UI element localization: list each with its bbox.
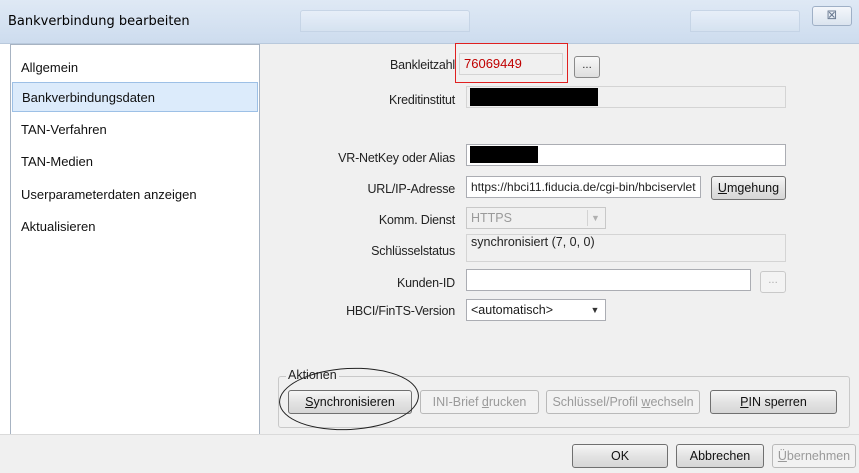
chevron-down-icon: ▼ — [590, 305, 600, 315]
sidebar-item-aktualisieren[interactable]: Aktualisieren — [12, 212, 258, 242]
bankleitzahl-label: Bankleitzahl — [389, 58, 455, 72]
ini-brief-button[interactable]: INI-Brief drucken — [420, 390, 539, 414]
title-bar: Bankverbindung bearbeiten ⊠ — [0, 0, 859, 44]
sidebar-item-tan-medien[interactable]: TAN-Medien — [12, 147, 258, 177]
kreditinstitut-label: Kreditinstitut — [389, 93, 455, 107]
sidebar-item-allgemein[interactable]: Allgemein — [12, 53, 258, 83]
hbci-version-select[interactable]: <automatisch> ▼ — [466, 299, 606, 321]
umgehung-button[interactable]: Umgehung — [711, 176, 786, 200]
url-input[interactable]: https://hbci11.fiducia.de/cgi-bin/hbcise… — [466, 176, 701, 198]
komm-dienst-value: HTTPS — [471, 211, 512, 225]
kunden-id-label: Kunden-ID — [397, 276, 455, 290]
highlight-box — [455, 43, 568, 83]
window-title: Bankverbindung bearbeiten — [8, 14, 190, 29]
redaction-bar — [470, 88, 598, 106]
cancel-button[interactable]: Abbrechen — [676, 444, 764, 468]
redaction-bar — [470, 146, 538, 163]
komm-dienst-select[interactable]: HTTPS ▼ — [466, 207, 606, 229]
ok-button[interactable]: OK — [572, 444, 668, 468]
hbci-version-label: HBCI/FinTS-Version — [346, 304, 455, 318]
sidebar-item-tan-verfahren[interactable]: TAN-Verfahren — [12, 115, 258, 145]
kunden-id-input[interactable] — [466, 269, 751, 291]
schluesselstatus-label: Schlüsselstatus — [371, 244, 455, 258]
sidebar-item-bankverbindungsdaten[interactable]: Bankverbindungsdaten — [12, 82, 258, 112]
close-button[interactable]: ⊠ — [812, 6, 852, 26]
apply-button[interactable]: Übernehmen — [772, 444, 856, 468]
background-window-tab — [690, 10, 800, 32]
sidebar-nav: Allgemein Bankverbindungsdaten TAN-Verfa… — [10, 44, 260, 439]
schluesselstatus-field: synchronisiert (7, 0, 0) — [466, 234, 786, 262]
netkey-label: VR-NetKey oder Alias — [338, 151, 455, 165]
bankleitzahl-browse-button[interactable]: ... — [574, 56, 600, 78]
kunden-id-browse-button[interactable]: ... — [760, 271, 786, 293]
sidebar-item-userparameterdaten[interactable]: Userparameterdaten anzeigen — [12, 180, 258, 210]
hbci-version-value: <automatisch> — [471, 303, 553, 317]
schluessel-wechseln-button[interactable]: Schlüssel/Profil wechseln — [546, 390, 700, 414]
background-window-tab — [300, 10, 470, 32]
komm-dienst-label: Komm. Dienst — [378, 213, 455, 227]
chevron-down-icon: ▼ — [587, 210, 603, 226]
pin-sperren-button[interactable]: PIN sperren — [710, 390, 837, 414]
url-label: URL/IP-Adresse — [367, 182, 455, 196]
close-icon: ⊠ — [826, 8, 838, 23]
